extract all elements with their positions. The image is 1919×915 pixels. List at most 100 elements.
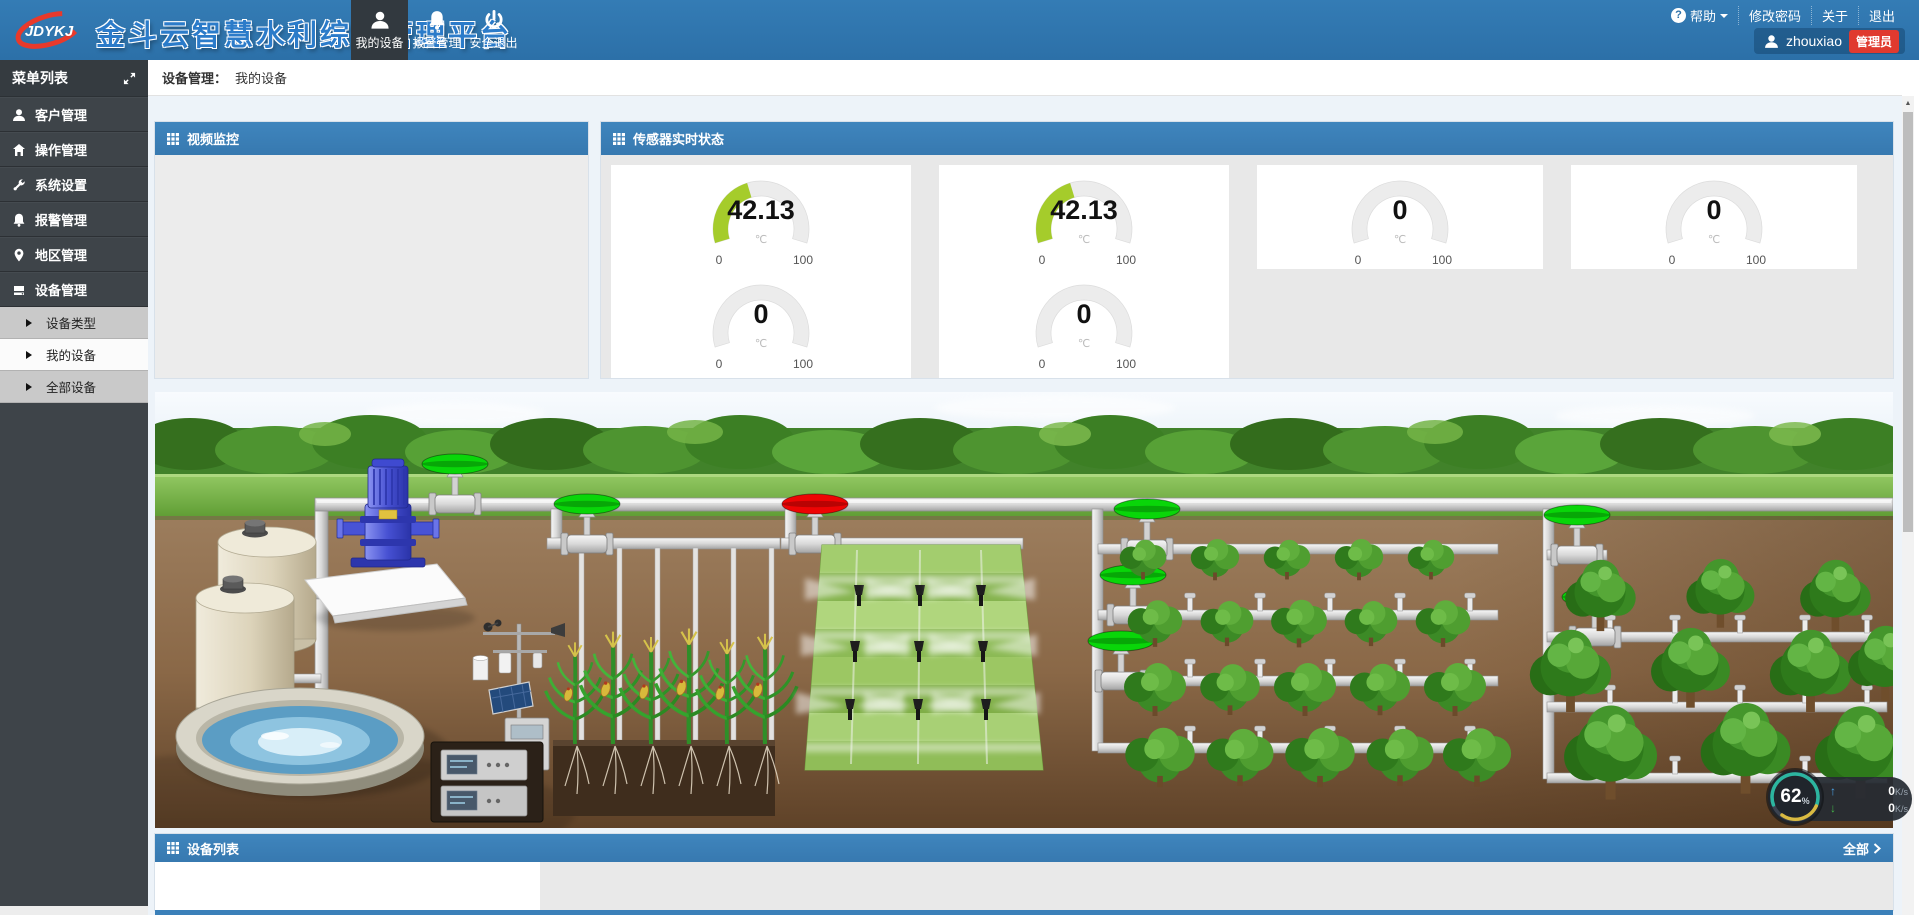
sidebar-item-customers[interactable]: 客户管理 xyxy=(0,97,148,132)
sidebar-item-label: 系统设置 xyxy=(35,175,87,194)
home-icon xyxy=(12,143,26,157)
sidebar-item-label: 地区管理 xyxy=(35,245,87,264)
svg-text:0: 0 xyxy=(1669,253,1676,267)
video-panel-body xyxy=(155,155,588,378)
network-rows: ↑ 0K/s ↓ 0K/s xyxy=(1830,777,1908,821)
sensor-gauge: 0℃0100 xyxy=(1257,165,1543,269)
device-list-panel: 设备列表 全部 xyxy=(155,834,1893,910)
svg-text:42.13: 42.13 xyxy=(727,195,795,225)
app-logo: JDYKJ xyxy=(10,7,88,53)
main-area: 设备管理： 我的设备 视频监控 传感器实时状态 42.13℃01000℃0100 xyxy=(148,60,1919,915)
collapse-icon[interactable] xyxy=(123,72,136,85)
nav-alarm-management[interactable]: 报警管理 xyxy=(408,0,465,60)
arrow-right-icon xyxy=(26,383,36,391)
grid-icon xyxy=(167,842,179,854)
sidebar-item-alarms[interactable]: 报警管理 xyxy=(0,202,148,237)
sensor-panel-header: 传感器实时状态 xyxy=(601,122,1893,155)
svg-text:0: 0 xyxy=(1706,195,1721,225)
sensor-panel-title: 传感器实时状态 xyxy=(633,129,724,148)
sensor-card: 0℃0100 xyxy=(1571,165,1857,269)
upload-arrow-icon: ↑ xyxy=(1830,784,1836,798)
sensor-card: 0℃0100 xyxy=(1257,165,1543,269)
user-icon xyxy=(370,10,390,30)
svg-text:100: 100 xyxy=(793,357,813,371)
all-label: 全部 xyxy=(1843,839,1869,858)
device-card[interactable] xyxy=(155,862,540,910)
sidebar-item-system-settings[interactable]: 系统设置 xyxy=(0,167,148,202)
svg-text:0: 0 xyxy=(1355,253,1362,267)
sidebar-subitem-all-devices[interactable]: 全部设备 xyxy=(0,371,148,403)
pin-icon xyxy=(12,248,26,262)
scroll-up-button[interactable]: ▲ xyxy=(1902,96,1914,110)
svg-text:100: 100 xyxy=(793,253,813,267)
logo-text: JDYKJ xyxy=(25,23,74,40)
sensor-gauge: 42.13℃0100 xyxy=(939,165,1229,269)
username: zhouxiao xyxy=(1786,33,1842,49)
help-link[interactable]: ? 帮助 xyxy=(1661,6,1738,25)
sidebar-item-regions[interactable]: 地区管理 xyxy=(0,237,148,272)
grid-icon xyxy=(167,133,179,145)
subitem-label: 设备类型 xyxy=(46,313,96,332)
device-list-header: 设备列表 全部 xyxy=(155,834,1893,862)
network-speed-widget[interactable]: 62% ↑ 0K/s ↓ 0K/s xyxy=(1768,770,1912,824)
sidebar: 菜单列表 客户管理 操作管理 系统设置 报警管理 地区管理 xyxy=(0,60,148,915)
download-unit: K/s xyxy=(1895,804,1908,814)
svg-text:℃: ℃ xyxy=(1708,234,1720,246)
sensor-card: 42.13℃01000℃0100 xyxy=(939,165,1229,378)
svg-text:100: 100 xyxy=(1432,253,1452,267)
about-link[interactable]: 关于 xyxy=(1811,6,1858,25)
breadcrumb-section: 设备管理： xyxy=(162,68,227,87)
power-icon xyxy=(484,10,504,30)
sidebar-subitem-my-devices[interactable]: 我的设备 xyxy=(0,339,148,371)
role-badge: 管理员 xyxy=(1849,30,1899,53)
sidebar-title-bar: 菜单列表 xyxy=(0,60,148,97)
sidebar-item-label: 客户管理 xyxy=(35,105,87,124)
user-icon xyxy=(12,108,26,122)
video-panel-header: 视频监控 xyxy=(155,122,588,155)
change-password-link[interactable]: 修改密码 xyxy=(1738,6,1811,25)
top-header: JDYKJ 金斗云智慧水利综合管理平台 我的设备 报警管理 安全退出 ? xyxy=(0,0,1919,60)
download-arrow-icon: ↓ xyxy=(1830,801,1836,815)
scrollbar-thumb[interactable] xyxy=(1903,112,1913,532)
download-value: 0 xyxy=(1888,801,1895,815)
svg-text:0: 0 xyxy=(1039,253,1046,267)
chevron-right-icon xyxy=(1873,843,1881,854)
nav-safe-logout[interactable]: 安全退出 xyxy=(465,0,522,60)
nav-my-devices[interactable]: 我的设备 xyxy=(351,0,408,60)
svg-text:0: 0 xyxy=(1392,195,1407,225)
video-monitor-panel: 视频监控 xyxy=(155,122,588,378)
svg-text:0: 0 xyxy=(1039,357,1046,371)
sidebar-item-label: 设备管理 xyxy=(35,280,87,299)
user-menu[interactable]: zhouxiao 管理员 xyxy=(1754,28,1905,54)
svg-text:0: 0 xyxy=(1076,299,1091,329)
sidebar-subitem-device-types[interactable]: 设备类型 xyxy=(0,307,148,339)
help-label: 帮助 xyxy=(1690,6,1716,25)
help-icon: ? xyxy=(1671,8,1686,23)
device-list-body xyxy=(155,862,1893,910)
sensor-status-panel: 传感器实时状态 42.13℃01000℃0100 42.13℃01000℃010… xyxy=(601,122,1893,378)
svg-text:0: 0 xyxy=(753,299,768,329)
subitem-label: 全部设备 xyxy=(46,377,96,396)
svg-text:℃: ℃ xyxy=(755,338,767,350)
upload-unit: K/s xyxy=(1895,787,1908,797)
download-row: ↓ 0K/s xyxy=(1830,801,1908,815)
logout-link[interactable]: 退出 xyxy=(1858,6,1905,25)
sensor-card: 42.13℃01000℃0100 xyxy=(611,165,911,378)
video-panel-title: 视频监控 xyxy=(187,129,239,148)
wrench-icon xyxy=(12,178,26,192)
sidebar-item-label: 报警管理 xyxy=(35,210,87,229)
irrigation-scene: JDYKJ xyxy=(155,392,1893,828)
next-panel-edge xyxy=(155,910,1893,915)
percent-value: 62% xyxy=(1768,770,1822,824)
chevron-down-icon xyxy=(1720,14,1728,22)
upload-value: 0 xyxy=(1888,784,1895,798)
sidebar-title: 菜单列表 xyxy=(12,68,68,88)
sensor-gauge: 0℃0100 xyxy=(611,269,911,373)
arrow-right-icon xyxy=(26,351,36,359)
sidebar-item-devices[interactable]: 设备管理 xyxy=(0,272,148,307)
all-devices-link[interactable]: 全部 xyxy=(1843,839,1881,858)
breadcrumb-current: 我的设备 xyxy=(235,68,287,87)
sidebar-item-operations[interactable]: 操作管理 xyxy=(0,132,148,167)
svg-text:100: 100 xyxy=(1116,357,1136,371)
device-list-title: 设备列表 xyxy=(187,839,239,858)
